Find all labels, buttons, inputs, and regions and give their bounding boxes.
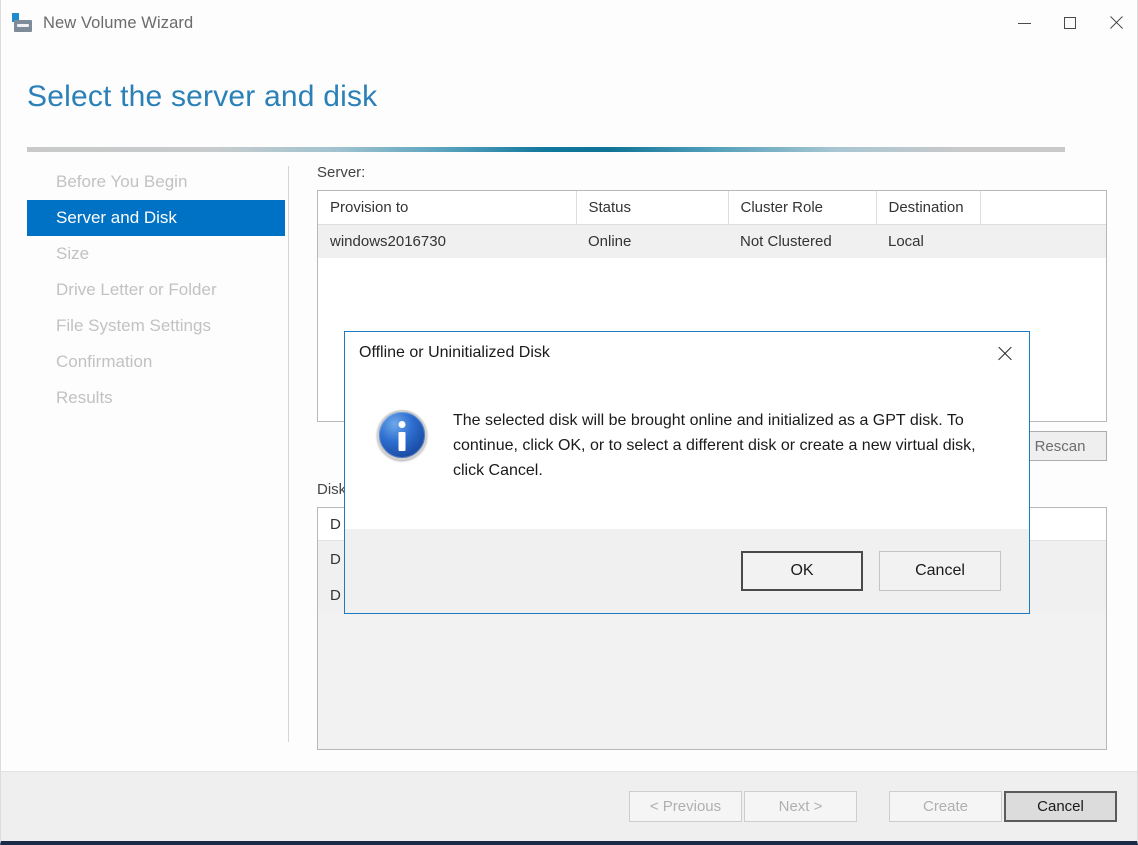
minimize-icon: [1018, 23, 1031, 24]
create-button[interactable]: Create: [889, 791, 1002, 822]
cell-cluster-role: Not Clustered: [728, 225, 876, 259]
minimize-button[interactable]: [1001, 0, 1047, 46]
sidebar-item-before-you-begin[interactable]: Before You Begin: [27, 164, 285, 200]
offline-uninitialized-disk-dialog: Offline or Uninitialized Disk The select…: [344, 331, 1030, 614]
sidebar-item-server-and-disk[interactable]: Server and Disk: [27, 200, 285, 236]
cancel-button[interactable]: Cancel: [1004, 791, 1117, 822]
wizard-step-nav: Before You Begin Server and Disk Size Dr…: [27, 164, 285, 416]
sidebar-divider: [288, 166, 289, 742]
page-title: Select the server and disk: [27, 80, 377, 114]
sidebar-item-file-system-settings[interactable]: File System Settings: [27, 308, 285, 344]
dialog-ok-button[interactable]: OK: [741, 551, 863, 591]
sidebar-item-label: Confirmation: [56, 352, 152, 372]
sidebar-item-label: Drive Letter or Folder: [56, 280, 217, 300]
table-header-row: Provision to Status Cluster Role Destina…: [318, 191, 1106, 225]
window-title: New Volume Wizard: [43, 14, 193, 33]
dialog-title: Offline or Uninitialized Disk: [359, 344, 550, 362]
info-icon: [377, 410, 427, 460]
sidebar-item-label: Before You Begin: [56, 172, 187, 192]
sidebar-item-label: Server and Disk: [56, 208, 177, 228]
server-label: Server:: [317, 164, 1107, 181]
heading-gradient-rail: [27, 147, 1065, 152]
close-icon: [997, 346, 1012, 361]
volume-wizard-icon: [12, 12, 34, 34]
server-table: Provision to Status Cluster Role Destina…: [318, 191, 1106, 258]
disk-cell: D: [330, 587, 341, 604]
sidebar-item-label: Size: [56, 244, 89, 264]
column-header-cluster-role[interactable]: Cluster Role: [728, 191, 876, 225]
sidebar-item-label: Results: [56, 388, 113, 408]
dialog-body: The selected disk will be brought online…: [345, 374, 1029, 530]
column-header-status[interactable]: Status: [576, 191, 728, 225]
column-header-spacer[interactable]: [980, 191, 1106, 225]
close-icon: [1109, 16, 1123, 30]
previous-button[interactable]: < Previous: [629, 791, 742, 822]
dialog-cancel-button[interactable]: Cancel: [879, 551, 1001, 591]
sidebar-item-label: File System Settings: [56, 316, 211, 336]
dialog-close-button[interactable]: [983, 335, 1025, 371]
new-volume-wizard-window: New Volume Wizard Select the server and …: [0, 0, 1138, 845]
dialog-footer: OK Cancel: [345, 529, 1029, 613]
wizard-footer: < Previous Next > Create Cancel: [1, 772, 1138, 841]
column-header-destination[interactable]: Destination: [876, 191, 980, 225]
maximize-button[interactable]: [1047, 0, 1093, 46]
dialog-message: The selected disk will be brought online…: [453, 408, 998, 530]
sidebar-item-results[interactable]: Results: [27, 380, 285, 416]
window-controls: [1001, 0, 1138, 46]
cell-provision-to: windows2016730: [318, 225, 576, 259]
sidebar-item-size[interactable]: Size: [27, 236, 285, 272]
cell-spacer: [980, 225, 1106, 259]
dialog-titlebar: Offline or Uninitialized Disk: [345, 332, 1029, 374]
cell-destination: Local: [876, 225, 980, 259]
sidebar-item-confirmation[interactable]: Confirmation: [27, 344, 285, 380]
sidebar-item-drive-letter-or-folder[interactable]: Drive Letter or Folder: [27, 272, 285, 308]
window-titlebar: New Volume Wizard: [1, 0, 1138, 46]
next-button[interactable]: Next >: [744, 791, 857, 822]
disk-column-header: D: [330, 516, 341, 533]
column-header-provision-to[interactable]: Provision to: [318, 191, 576, 225]
maximize-icon: [1064, 17, 1076, 29]
close-button[interactable]: [1093, 0, 1138, 46]
table-row[interactable]: windows2016730 Online Not Clustered Loca…: [318, 225, 1106, 259]
cell-status: Online: [576, 225, 728, 259]
disk-cell: D: [330, 551, 341, 568]
